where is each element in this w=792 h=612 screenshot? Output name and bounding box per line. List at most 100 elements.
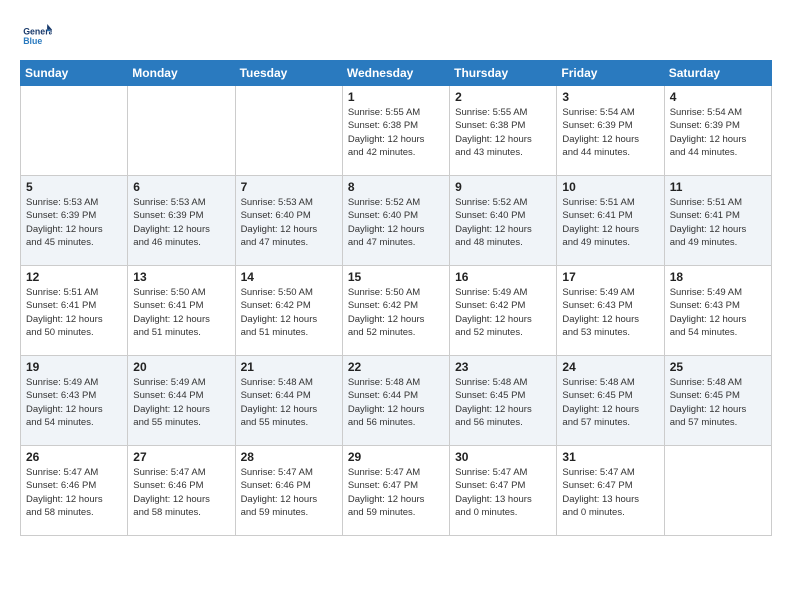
calendar-week-row: 5 Sunrise: 5:53 AM Sunset: 6:39 PM Daylig… bbox=[21, 176, 772, 266]
calendar-cell bbox=[235, 86, 342, 176]
calendar-cell: 8 Sunrise: 5:52 AM Sunset: 6:40 PM Daylig… bbox=[342, 176, 449, 266]
day-info: Sunrise: 5:47 AM Sunset: 6:46 PM Dayligh… bbox=[241, 466, 337, 519]
day-number: 11 bbox=[670, 180, 766, 194]
calendar-cell: 21 Sunrise: 5:48 AM Sunset: 6:44 PM Dayli… bbox=[235, 356, 342, 446]
calendar-cell: 17 Sunrise: 5:49 AM Sunset: 6:43 PM Dayli… bbox=[557, 266, 664, 356]
day-info: Sunrise: 5:50 AM Sunset: 6:42 PM Dayligh… bbox=[348, 286, 444, 339]
day-info: Sunrise: 5:51 AM Sunset: 6:41 PM Dayligh… bbox=[26, 286, 122, 339]
day-number: 17 bbox=[562, 270, 658, 284]
day-number: 7 bbox=[241, 180, 337, 194]
day-info: Sunrise: 5:48 AM Sunset: 6:45 PM Dayligh… bbox=[670, 376, 766, 429]
calendar-cell: 6 Sunrise: 5:53 AM Sunset: 6:39 PM Daylig… bbox=[128, 176, 235, 266]
day-info: Sunrise: 5:49 AM Sunset: 6:43 PM Dayligh… bbox=[670, 286, 766, 339]
day-number: 28 bbox=[241, 450, 337, 464]
col-header-wednesday: Wednesday bbox=[342, 61, 449, 86]
day-number: 8 bbox=[348, 180, 444, 194]
day-info: Sunrise: 5:51 AM Sunset: 6:41 PM Dayligh… bbox=[562, 196, 658, 249]
calendar-cell bbox=[128, 86, 235, 176]
day-number: 13 bbox=[133, 270, 229, 284]
day-info: Sunrise: 5:54 AM Sunset: 6:39 PM Dayligh… bbox=[562, 106, 658, 159]
day-number: 1 bbox=[348, 90, 444, 104]
day-info: Sunrise: 5:49 AM Sunset: 6:44 PM Dayligh… bbox=[133, 376, 229, 429]
calendar-cell: 29Sunrise: 5:47 AM Sunset: 6:47 PM Dayli… bbox=[342, 446, 449, 536]
calendar-cell bbox=[21, 86, 128, 176]
calendar-cell: 19 Sunrise: 5:49 AM Sunset: 6:43 PM Dayli… bbox=[21, 356, 128, 446]
calendar-cell: 7 Sunrise: 5:53 AM Sunset: 6:40 PM Daylig… bbox=[235, 176, 342, 266]
calendar-cell: 13 Sunrise: 5:50 AM Sunset: 6:41 PM Dayli… bbox=[128, 266, 235, 356]
calendar-cell: 23 Sunrise: 5:48 AM Sunset: 6:45 PM Dayli… bbox=[450, 356, 557, 446]
day-number: 24 bbox=[562, 360, 658, 374]
day-number: 26 bbox=[26, 450, 122, 464]
calendar-cell: 28 Sunrise: 5:47 AM Sunset: 6:46 PM Dayli… bbox=[235, 446, 342, 536]
day-number: 14 bbox=[241, 270, 337, 284]
calendar-cell: 11 Sunrise: 5:51 AM Sunset: 6:41 PM Dayli… bbox=[664, 176, 771, 266]
day-info: Sunrise: 5:50 AM Sunset: 6:42 PM Dayligh… bbox=[241, 286, 337, 339]
day-number: 10 bbox=[562, 180, 658, 194]
col-header-monday: Monday bbox=[128, 61, 235, 86]
day-info: Sunrise: 5:53 AM Sunset: 6:39 PM Dayligh… bbox=[26, 196, 122, 249]
day-info: Sunrise: 5:48 AM Sunset: 6:45 PM Dayligh… bbox=[562, 376, 658, 429]
day-info: Sunrise: 5:48 AM Sunset: 6:45 PM Dayligh… bbox=[455, 376, 551, 429]
day-number: 6 bbox=[133, 180, 229, 194]
calendar-week-row: 19 Sunrise: 5:49 AM Sunset: 6:43 PM Dayli… bbox=[21, 356, 772, 446]
day-number: 5 bbox=[26, 180, 122, 194]
day-info: Sunrise: 5:55 AM Sunset: 6:38 PM Dayligh… bbox=[455, 106, 551, 159]
day-info: Sunrise: 5:49 AM Sunset: 6:43 PM Dayligh… bbox=[562, 286, 658, 339]
day-info: Sunrise: 5:49 AM Sunset: 6:43 PM Dayligh… bbox=[26, 376, 122, 429]
calendar-cell: 15 Sunrise: 5:50 AM Sunset: 6:42 PM Dayli… bbox=[342, 266, 449, 356]
day-info: Sunrise: 5:48 AM Sunset: 6:44 PM Dayligh… bbox=[241, 376, 337, 429]
calendar-cell: 30 Sunrise: 5:47 AM Sunset: 6:47 PM Dayli… bbox=[450, 446, 557, 536]
header: General Blue bbox=[20, 20, 772, 52]
day-info: Sunrise: 5:54 AM Sunset: 6:39 PM Dayligh… bbox=[670, 106, 766, 159]
col-header-saturday: Saturday bbox=[664, 61, 771, 86]
col-header-thursday: Thursday bbox=[450, 61, 557, 86]
col-header-friday: Friday bbox=[557, 61, 664, 86]
calendar-cell: 22Sunrise: 5:48 AM Sunset: 6:44 PM Dayli… bbox=[342, 356, 449, 446]
day-number: 3 bbox=[562, 90, 658, 104]
page-container: General Blue SundayMondayTuesdayWednesda… bbox=[20, 20, 772, 536]
day-number: 18 bbox=[670, 270, 766, 284]
day-info: Sunrise: 5:51 AM Sunset: 6:41 PM Dayligh… bbox=[670, 196, 766, 249]
day-info: Sunrise: 5:53 AM Sunset: 6:40 PM Dayligh… bbox=[241, 196, 337, 249]
day-number: 21 bbox=[241, 360, 337, 374]
day-number: 9 bbox=[455, 180, 551, 194]
day-number: 31 bbox=[562, 450, 658, 464]
day-number: 16 bbox=[455, 270, 551, 284]
calendar-cell: 25 Sunrise: 5:48 AM Sunset: 6:45 PM Dayli… bbox=[664, 356, 771, 446]
day-number: 15 bbox=[348, 270, 444, 284]
day-number: 2 bbox=[455, 90, 551, 104]
calendar-cell: 9 Sunrise: 5:52 AM Sunset: 6:40 PM Daylig… bbox=[450, 176, 557, 266]
calendar-cell: 2 Sunrise: 5:55 AM Sunset: 6:38 PM Daylig… bbox=[450, 86, 557, 176]
calendar-cell bbox=[664, 446, 771, 536]
calendar-week-row: 1 Sunrise: 5:55 AM Sunset: 6:38 PM Daylig… bbox=[21, 86, 772, 176]
calendar-cell: 12 Sunrise: 5:51 AM Sunset: 6:41 PM Dayli… bbox=[21, 266, 128, 356]
day-number: 4 bbox=[670, 90, 766, 104]
calendar-cell: 16Sunrise: 5:49 AM Sunset: 6:42 PM Dayli… bbox=[450, 266, 557, 356]
day-info: Sunrise: 5:53 AM Sunset: 6:39 PM Dayligh… bbox=[133, 196, 229, 249]
calendar-cell: 27Sunrise: 5:47 AM Sunset: 6:46 PM Dayli… bbox=[128, 446, 235, 536]
day-info: Sunrise: 5:47 AM Sunset: 6:46 PM Dayligh… bbox=[26, 466, 122, 519]
day-info: Sunrise: 5:52 AM Sunset: 6:40 PM Dayligh… bbox=[348, 196, 444, 249]
day-number: 19 bbox=[26, 360, 122, 374]
day-info: Sunrise: 5:47 AM Sunset: 6:47 PM Dayligh… bbox=[562, 466, 658, 519]
day-number: 30 bbox=[455, 450, 551, 464]
day-number: 27 bbox=[133, 450, 229, 464]
calendar-cell: 14 Sunrise: 5:50 AM Sunset: 6:42 PM Dayli… bbox=[235, 266, 342, 356]
calendar-cell: 20Sunrise: 5:49 AM Sunset: 6:44 PM Dayli… bbox=[128, 356, 235, 446]
calendar-cell: 24 Sunrise: 5:48 AM Sunset: 6:45 PM Dayli… bbox=[557, 356, 664, 446]
day-info: Sunrise: 5:52 AM Sunset: 6:40 PM Dayligh… bbox=[455, 196, 551, 249]
calendar-cell: 18 Sunrise: 5:49 AM Sunset: 6:43 PM Dayli… bbox=[664, 266, 771, 356]
calendar-cell: 5 Sunrise: 5:53 AM Sunset: 6:39 PM Daylig… bbox=[21, 176, 128, 266]
day-number: 23 bbox=[455, 360, 551, 374]
logo: General Blue bbox=[20, 20, 52, 52]
day-info: Sunrise: 5:55 AM Sunset: 6:38 PM Dayligh… bbox=[348, 106, 444, 159]
calendar-cell: 26 Sunrise: 5:47 AM Sunset: 6:46 PM Dayli… bbox=[21, 446, 128, 536]
day-info: Sunrise: 5:48 AM Sunset: 6:44 PM Dayligh… bbox=[348, 376, 444, 429]
calendar-cell: 31 Sunrise: 5:47 AM Sunset: 6:47 PM Dayli… bbox=[557, 446, 664, 536]
day-info: Sunrise: 5:50 AM Sunset: 6:41 PM Dayligh… bbox=[133, 286, 229, 339]
day-number: 25 bbox=[670, 360, 766, 374]
calendar-week-row: 12 Sunrise: 5:51 AM Sunset: 6:41 PM Dayli… bbox=[21, 266, 772, 356]
day-number: 12 bbox=[26, 270, 122, 284]
day-info: Sunrise: 5:47 AM Sunset: 6:47 PM Dayligh… bbox=[455, 466, 551, 519]
svg-text:Blue: Blue bbox=[23, 36, 42, 46]
